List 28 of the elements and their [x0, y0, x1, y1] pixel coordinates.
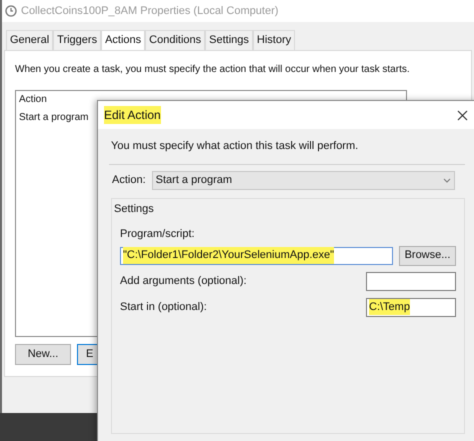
tab[interactable]: Conditions [145, 30, 206, 50]
dialog-title: Edit Action [104, 106, 161, 124]
field-label: Program/script: [119, 227, 196, 242]
column-header: Action [19, 93, 47, 107]
window-title: CollectCoins100P_8AM Properties (Local Computer) [21, 4, 278, 19]
field-value: "C:\Folder1\Folder2\YourSeleniumApp.exe" [123, 247, 334, 264]
action-dropdown[interactable]: Start a program [152, 170, 455, 190]
table-cell[interactable]: Start a program [19, 110, 88, 125]
tab[interactable]: History [252, 30, 296, 50]
field-value: C:\Temp [369, 298, 410, 316]
tab[interactable]: Settings [205, 30, 253, 50]
tab[interactable]: General [6, 30, 54, 50]
description-text: When you create a task, you must specify the action that will occur when your task starts. [15, 63, 410, 76]
input-field[interactable] [366, 272, 456, 290]
dialog-description: You must specify what action this task will perform. [111, 139, 360, 154]
action-label: Action: [112, 172, 146, 188]
input-field[interactable]: C:\Temp [366, 298, 456, 316]
tab[interactable]: Actions [101, 30, 146, 50]
tab[interactable]: Triggers [53, 30, 102, 50]
input-field[interactable]: "C:\Folder1\Folder2\YourSeleniumApp.exe" [120, 246, 393, 264]
field-label: Start in (optional): [120, 300, 207, 315]
group-label: Settings [113, 202, 155, 216]
field-label: Add arguments (optional): [120, 274, 247, 289]
new-button[interactable]: New... [15, 344, 71, 365]
chevron-down-icon [442, 178, 451, 182]
clock-icon [5, 5, 17, 17]
close-icon[interactable] [457, 110, 468, 120]
browse-button[interactable]: Browse... [399, 246, 456, 266]
